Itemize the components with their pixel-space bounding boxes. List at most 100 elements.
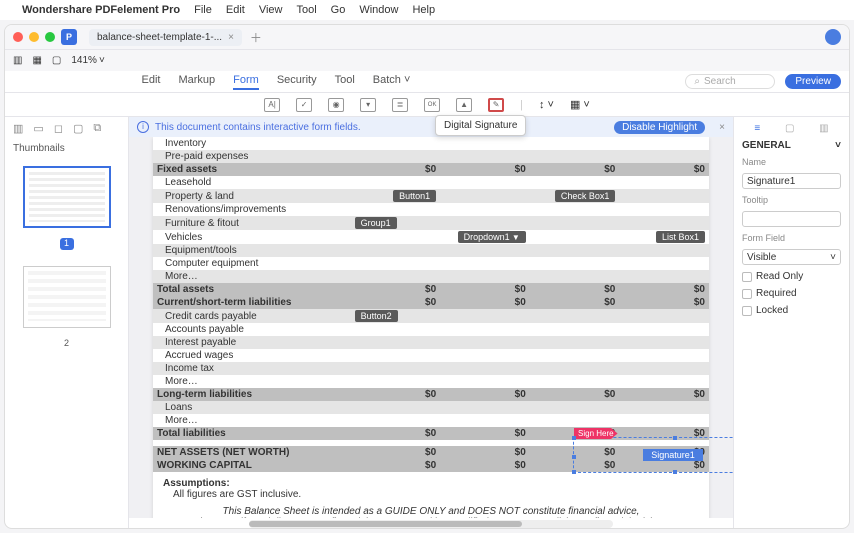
app-window: P balance-sheet-template-1-... × ＋ ▥ ▦ ▢…	[4, 24, 850, 529]
tab-close-icon[interactable]: ×	[228, 32, 234, 43]
form-dropdown1[interactable]: Dropdown1	[458, 231, 526, 243]
close-icon[interactable]	[13, 32, 23, 42]
thumbnails-tab-icon[interactable]: ▥	[13, 122, 23, 135]
zoom-dropdown[interactable]: 141% ˅	[71, 55, 104, 66]
row-more-assets: More…	[153, 270, 351, 283]
signature-field-icon[interactable]: ✎	[488, 98, 504, 112]
chevron-down-icon: ˅	[99, 55, 105, 66]
clip-tab-icon[interactable]: ⧉	[93, 122, 101, 135]
list-field-icon[interactable]: ≣	[392, 98, 408, 112]
checkbox-required[interactable]: Required	[742, 288, 841, 299]
form-button2[interactable]: Button2	[355, 310, 398, 322]
tooltip-digital-signature: Digital Signature	[435, 115, 526, 136]
page-number-1: 1	[60, 238, 74, 250]
signature-label: Signature1	[643, 449, 703, 461]
horizontal-scrollbar[interactable]	[249, 520, 613, 528]
input-tooltip[interactable]	[742, 211, 841, 227]
search-input[interactable]: ⌕Search	[685, 74, 775, 89]
form-listbox1[interactable]: List Box1	[656, 231, 705, 243]
chevron-down-icon[interactable]: ˅	[835, 140, 841, 151]
row-equip: Equipment/tools	[153, 244, 351, 257]
row-wc: WORKING CAPITAL	[153, 459, 351, 472]
main-toolbar: Edit Markup Form Security Tool Batch ˅ ⌕…	[5, 71, 849, 93]
menu-tool[interactable]: Tool	[296, 4, 316, 16]
user-avatar-icon[interactable]	[825, 29, 841, 45]
form-checkbox1[interactable]: Check Box1	[555, 190, 616, 202]
bookmark-icon[interactable]: ◻	[54, 122, 63, 135]
properties-panel: ≡ ▢ ▥ GENERAL˅ Name Signature1 Tooltip F…	[733, 117, 849, 528]
bookmarks-tab-icon[interactable]: ▭	[33, 122, 43, 135]
row-net: NET ASSETS (NET WORTH)	[153, 446, 351, 459]
menu-help[interactable]: Help	[412, 4, 435, 16]
row-accwage: Accrued wages	[153, 349, 351, 362]
input-name[interactable]: Signature1	[742, 173, 841, 189]
form-notice-bar: i This document contains interactive for…	[129, 117, 733, 137]
row-lt-liab: Long-term liabilities	[153, 388, 351, 401]
menu-go[interactable]: Go	[331, 4, 346, 16]
menu-window[interactable]: Window	[359, 4, 398, 16]
titlebar: P balance-sheet-template-1-... × ＋	[5, 25, 849, 49]
label-formfield: Form Field	[742, 233, 841, 243]
tab-batch[interactable]: Batch ˅	[373, 74, 411, 90]
tab-markup[interactable]: Markup	[178, 74, 215, 90]
row-prepaid: Pre-paid expenses	[153, 150, 351, 163]
sign-here-tag: Sign Here	[574, 428, 618, 439]
row-total-assets: Total assets	[153, 283, 351, 296]
tab-security[interactable]: Security	[277, 74, 317, 90]
row-fixed: Fixed assets	[153, 163, 351, 176]
tab-form[interactable]: Form	[233, 74, 259, 90]
menu-edit[interactable]: Edit	[226, 4, 245, 16]
attachment-tab-icon[interactable]: ▢	[73, 122, 83, 135]
zoom-icon[interactable]	[45, 32, 55, 42]
row-vehicles: Vehicles	[153, 230, 351, 244]
appearance-tab-icon[interactable]: ▢	[785, 123, 794, 134]
menu-file[interactable]: File	[194, 4, 212, 16]
checkbox-locked[interactable]: Locked	[742, 305, 841, 316]
document-viewport[interactable]: Inventory Pre-paid expenses Fixed assets…	[129, 137, 733, 518]
label-name: Name	[742, 157, 841, 167]
properties-tab-icon[interactable]: ≡	[754, 123, 760, 134]
align-tool-icon[interactable]: ↕ ˅	[539, 99, 554, 111]
preview-button[interactable]: Preview	[785, 74, 841, 89]
tab-edit[interactable]: Edit	[142, 74, 161, 90]
more-tools-icon[interactable]: ▦ ˅	[570, 98, 590, 111]
actions-tab-icon[interactable]: ▥	[819, 123, 828, 134]
notice-close-icon[interactable]: ×	[719, 122, 725, 133]
grid-view-icon[interactable]: ▦	[32, 55, 41, 66]
sidebar-toggle-icon[interactable]: ▥	[13, 55, 22, 66]
app-name[interactable]: Wondershare PDFelement Pro	[22, 4, 180, 16]
row-loans: Loans	[153, 401, 351, 414]
minimize-icon[interactable]	[29, 32, 39, 42]
thumbnail-page-2[interactable]	[23, 266, 111, 328]
row-inventory: Inventory	[153, 137, 351, 150]
document-tab[interactable]: balance-sheet-template-1-... ×	[89, 29, 242, 46]
signature-field[interactable]: Sign Here Signature1	[573, 437, 733, 473]
menu-view[interactable]: View	[259, 4, 283, 16]
disable-highlight-button[interactable]: Disable Highlight	[614, 121, 705, 134]
row-tax: Income tax	[153, 362, 351, 375]
combo-field-icon[interactable]: ▾	[360, 98, 376, 112]
checkbox-field-icon[interactable]: ✓	[296, 98, 312, 112]
new-tab-button[interactable]: ＋	[250, 29, 262, 46]
thumbnail-page-1[interactable]	[23, 166, 111, 228]
form-group1[interactable]: Group1	[355, 217, 397, 229]
scrollbar-thumb[interactable]	[249, 521, 522, 527]
pdf-page: Inventory Pre-paid expenses Fixed assets…	[153, 137, 709, 518]
ok-button-field-icon[interactable]: OK	[424, 98, 440, 112]
assumptions-heading: Assumptions:	[163, 478, 699, 489]
macos-menubar: Wondershare PDFelement Pro File Edit Vie…	[0, 0, 854, 20]
form-button1[interactable]: Button1	[393, 190, 436, 202]
row-more-ll: More…	[153, 414, 351, 427]
row-leasehold: Leasehold	[153, 176, 351, 189]
text-field-icon[interactable]: A|	[264, 98, 280, 112]
tab-tool[interactable]: Tool	[335, 74, 355, 90]
select-formfield[interactable]: Visible˅	[742, 249, 841, 265]
assumptions-text: All figures are GST inclusive.	[163, 489, 699, 500]
checkbox-readonly[interactable]: Read Only	[742, 271, 841, 282]
image-field-icon[interactable]: ▲	[456, 98, 472, 112]
radio-field-icon[interactable]: ◉	[328, 98, 344, 112]
page-view-icon[interactable]: ▢	[52, 55, 61, 66]
footer-line-1: This Balance Sheet is intended as a GUID…	[153, 506, 709, 517]
row-total-liab: Total liabilities	[153, 427, 351, 440]
chevron-down-icon: ˅	[830, 252, 836, 262]
